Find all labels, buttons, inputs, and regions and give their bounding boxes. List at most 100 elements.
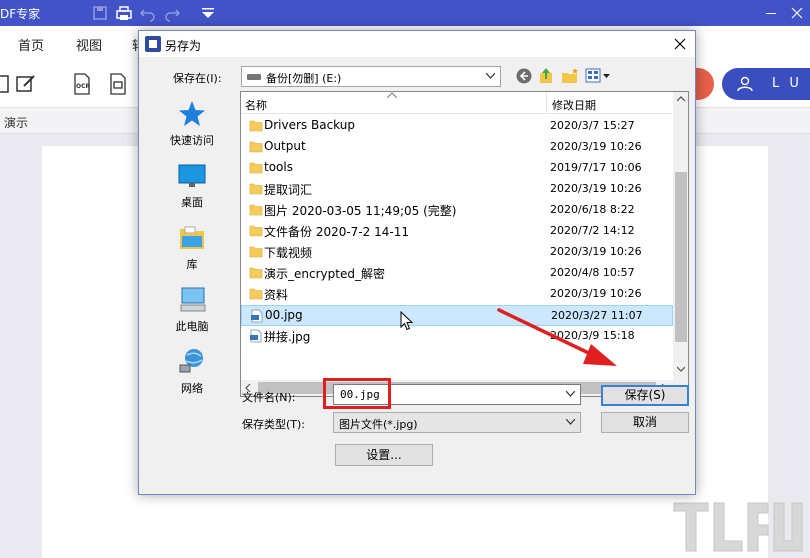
jpg-file-icon [250, 329, 262, 343]
folder-icon [249, 204, 263, 216]
star-icon [179, 101, 205, 126]
file-date: 2020/4/8 10:57 [550, 266, 635, 279]
file-date: 2020/3/19 10:26 [550, 140, 642, 153]
user-icon [737, 76, 753, 92]
edit-icon[interactable] [14, 72, 38, 96]
file-name: 演示_encrypted_解密 [264, 267, 385, 281]
save-icon[interactable] [90, 3, 110, 23]
settings-button[interactable]: 设置... [335, 444, 433, 466]
filetype-dropdown[interactable]: 图片文件(*.jpg) [333, 412, 581, 433]
menu-view[interactable]: 视图 [76, 35, 102, 54]
login-label: L U [772, 76, 802, 91]
file-name: 拼接.jpg [264, 330, 311, 344]
crop-icon[interactable] [106, 72, 130, 96]
chevron-down-icon[interactable] [566, 391, 575, 397]
document-tab[interactable]: 演示 [4, 114, 28, 131]
place-label: 此电脑 [175, 320, 209, 333]
file-row[interactable]: 图片 2020-03-05 11;49;05 (完整) 2020/6/18 8:… [241, 200, 673, 221]
file-row[interactable]: Output 2020/3/19 10:26 [241, 137, 673, 158]
sort-up-icon [387, 92, 397, 98]
file-date: 2020/7/2 14:12 [550, 224, 635, 237]
place-label: 网络 [181, 382, 203, 395]
folder-icon [249, 183, 263, 195]
app-title: DF专家 [0, 7, 41, 21]
folder-icon [249, 120, 263, 132]
scroll-down-icon[interactable] [677, 366, 685, 372]
mouse-cursor-icon [400, 311, 414, 331]
column-date-header[interactable]: 修改日期 [552, 97, 596, 113]
location-value: 备份[勿删] (E:) [266, 72, 342, 85]
column-name-header[interactable]: 名称 [245, 97, 267, 113]
places-bar: 快速访问 桌面 库 此电脑 网络 [149, 91, 235, 395]
place-quick-access[interactable]: 快速访问 [149, 95, 235, 155]
file-date: 2019/7/17 10:06 [550, 161, 642, 174]
app-logo-icon [145, 36, 161, 52]
folder-icon [249, 225, 263, 237]
dialog-close-button[interactable] [665, 31, 695, 57]
place-network[interactable]: 网络 [149, 343, 235, 403]
filename-highlight-annotation [323, 378, 391, 409]
menu-home[interactable]: 首页 [18, 35, 44, 54]
undo-icon[interactable] [138, 3, 158, 23]
drive-icon [247, 74, 261, 80]
filetype-label: 保存类型(T): [242, 418, 306, 431]
file-name: 下载视频 [264, 246, 313, 260]
minimize-icon[interactable] [758, 0, 784, 26]
chevron-down-icon [486, 73, 495, 79]
file-date: 2020/3/19 10:26 [550, 245, 642, 258]
dialog-title: 另存为 [165, 39, 202, 53]
computer-icon [180, 287, 206, 312]
location-dropdown[interactable]: 备份[勿删] (E:) [241, 66, 501, 87]
save-in-label: 保存在(I): [173, 72, 222, 85]
print-icon[interactable] [114, 3, 134, 23]
column-separator[interactable] [546, 92, 547, 114]
ocr-icon[interactable]: OCR [70, 72, 94, 96]
folder-icon [249, 267, 263, 279]
file-row[interactable]: 提取词汇 2020/3/19 10:26 [241, 179, 673, 200]
place-label: 快速访问 [170, 134, 214, 147]
watermark-logo [673, 502, 803, 552]
filetype-value: 图片文件(*.jpg) [339, 418, 418, 431]
column-header: 名称 修改日期 [241, 92, 673, 114]
file-row[interactable]: tools 2019/7/17 10:06 [241, 158, 673, 179]
desktop-icon [178, 164, 206, 187]
save-as-dialog: 另存为 保存在(I): 备份[勿删] (E:) 快速访问 桌面 库 此电脑 网络… [138, 30, 696, 495]
scroll-up-icon[interactable] [677, 96, 685, 102]
file-date: 2020/3/7 15:27 [550, 119, 635, 132]
svg-text:OCR: OCR [76, 83, 91, 90]
redo-icon[interactable] [162, 3, 182, 23]
cancel-button[interactable]: 取消 [601, 412, 689, 433]
place-label: 库 [186, 258, 198, 271]
folder-icon [249, 162, 263, 174]
vertical-scrollbar[interactable] [673, 92, 688, 380]
place-library[interactable]: 库 [149, 219, 235, 279]
folder-icon [249, 141, 263, 153]
app-titlebar: DF专家 [0, 0, 810, 26]
place-label: 桌面 [181, 196, 203, 209]
close-icon[interactable] [784, 0, 810, 26]
file-date: 2020/3/19 10:26 [550, 182, 642, 195]
file-name: Drivers Backup [264, 118, 355, 132]
file-name: 图片 2020-03-05 11;49;05 (完整) [264, 204, 457, 218]
save-button[interactable]: 保存(S) [601, 385, 689, 406]
folder-icon [249, 246, 263, 258]
file-name: 00.jpg [265, 308, 303, 322]
file-date: 2020/6/18 8:22 [550, 203, 635, 216]
place-this-pc[interactable]: 此电脑 [149, 281, 235, 341]
folder-icon [249, 288, 263, 300]
file-row[interactable]: Drivers Backup 2020/3/7 15:27 [241, 116, 673, 137]
chevron-down-icon [566, 419, 575, 425]
view-menu-icon[interactable] [585, 67, 613, 85]
up-folder-icon[interactable] [537, 67, 555, 85]
login-button[interactable]: L U [722, 68, 810, 100]
place-desktop[interactable]: 桌面 [149, 157, 235, 217]
file-row[interactable]: 下载视频 2020/3/19 10:26 [241, 242, 673, 263]
new-folder-icon[interactable] [561, 67, 579, 85]
close-icon [674, 38, 686, 50]
vertical-scroll-thumb[interactable] [675, 172, 687, 342]
file-name: 提取词汇 [264, 183, 313, 197]
file-row[interactable]: 文件备份 2020-7-2 14-11 2020/7/2 14:12 [241, 221, 673, 242]
dropdown-icon[interactable] [198, 3, 218, 23]
back-icon[interactable] [515, 67, 533, 85]
file-row[interactable]: 演示_encrypted_解密 2020/4/8 10:57 [241, 263, 673, 284]
